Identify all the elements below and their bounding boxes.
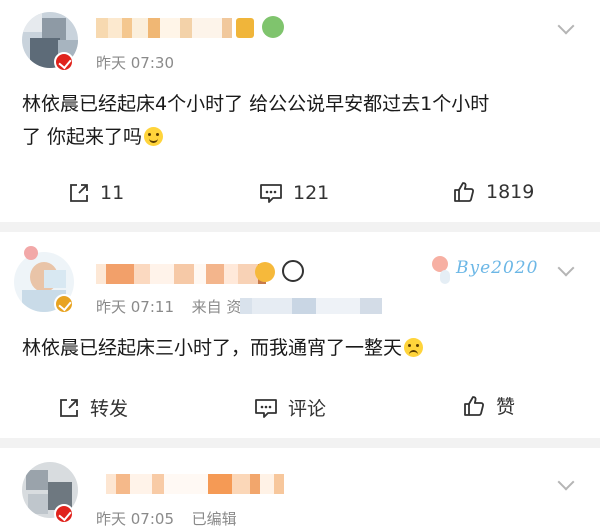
panda-emoji-icon — [282, 260, 304, 282]
like-count: 1819 — [486, 181, 535, 203]
post-card-2: Bye2020 昨天 07:11 来自 资 林依晨已经起床三小时了，而我通宵了一… — [0, 232, 600, 438]
chevron-down-icon[interactable] — [557, 17, 575, 35]
plant-badge-icon — [262, 16, 284, 38]
comment-count: 121 — [293, 182, 330, 204]
source-blurred — [240, 298, 382, 314]
verified-badge-icon — [54, 294, 74, 314]
chevron-down-icon[interactable] — [557, 259, 575, 277]
share-icon — [70, 184, 88, 202]
post-text-content: 林依晨已经起床三小时了，而我通宵了一整天 — [22, 337, 403, 359]
verified-badge-icon — [54, 504, 74, 524]
comment-label: 评论 — [288, 398, 327, 420]
smile-emoji-icon — [144, 127, 164, 146]
decor-text: Bye2020 — [456, 258, 539, 278]
post-card-3: 昨天 07:05 已编辑 — [0, 448, 600, 528]
like-icon — [454, 182, 474, 202]
comment-icon — [260, 184, 282, 203]
post-text-line-2: 了 你起来了吗 — [22, 126, 143, 148]
like-label: 赞 — [496, 396, 516, 418]
crown-emoji-icon — [255, 262, 275, 282]
username-blurred[interactable] — [96, 264, 266, 284]
post-separator — [0, 438, 600, 448]
username-blurred[interactable] — [96, 18, 232, 38]
post-text-line: 了 你起来了吗 — [22, 121, 582, 154]
share-count: 11 — [100, 182, 125, 204]
sad-emoji-icon — [404, 338, 424, 357]
post-separator — [0, 222, 600, 232]
post-text: 林依晨已经起床4个小时了 给公公说早安都过去1个小时 了 你起来了吗 — [22, 88, 582, 154]
verified-badge-icon — [54, 52, 74, 72]
post-meta: 昨天 07:11 来自 资 — [96, 296, 241, 317]
post-time: 昨天 07:05 — [96, 510, 174, 528]
post-time: 昨天 07:11 — [96, 298, 174, 316]
like-button[interactable]: 1819 — [452, 180, 534, 204]
share-icon — [60, 398, 78, 417]
chevron-down-icon[interactable] — [557, 473, 575, 491]
avatar-deco-icon — [24, 246, 38, 260]
post-time: 昨天 07:30 — [96, 54, 174, 72]
post-text: 林依晨已经起床三小时了，而我通宵了一整天 — [22, 332, 582, 365]
level-badge-icon — [236, 18, 254, 38]
post-meta: 昨天 07:05 已编辑 — [96, 508, 237, 528]
post-text-line: 林依晨已经起床4个小时了 给公公说早安都过去1个小时 — [22, 93, 490, 115]
edited-label: 已编辑 — [191, 510, 237, 528]
share-button[interactable]: 11 — [68, 182, 124, 204]
post-source[interactable]: 来自 资 — [192, 298, 242, 316]
comment-button[interactable]: 121 — [259, 182, 329, 204]
like-button[interactable]: 赞 — [462, 392, 515, 419]
username-blurred[interactable] — [106, 474, 284, 494]
decor-rabbit-icon — [440, 270, 450, 284]
share-label: 转发 — [90, 398, 129, 420]
share-button[interactable]: 转发 — [58, 394, 128, 421]
comment-icon — [255, 398, 277, 418]
comment-button[interactable]: 评论 — [254, 394, 326, 421]
like-icon — [464, 395, 484, 416]
post-card-1: 昨天 07:30 林依晨已经起床4个小时了 给公公说早安都过去1个小时 了 你起… — [0, 0, 600, 222]
